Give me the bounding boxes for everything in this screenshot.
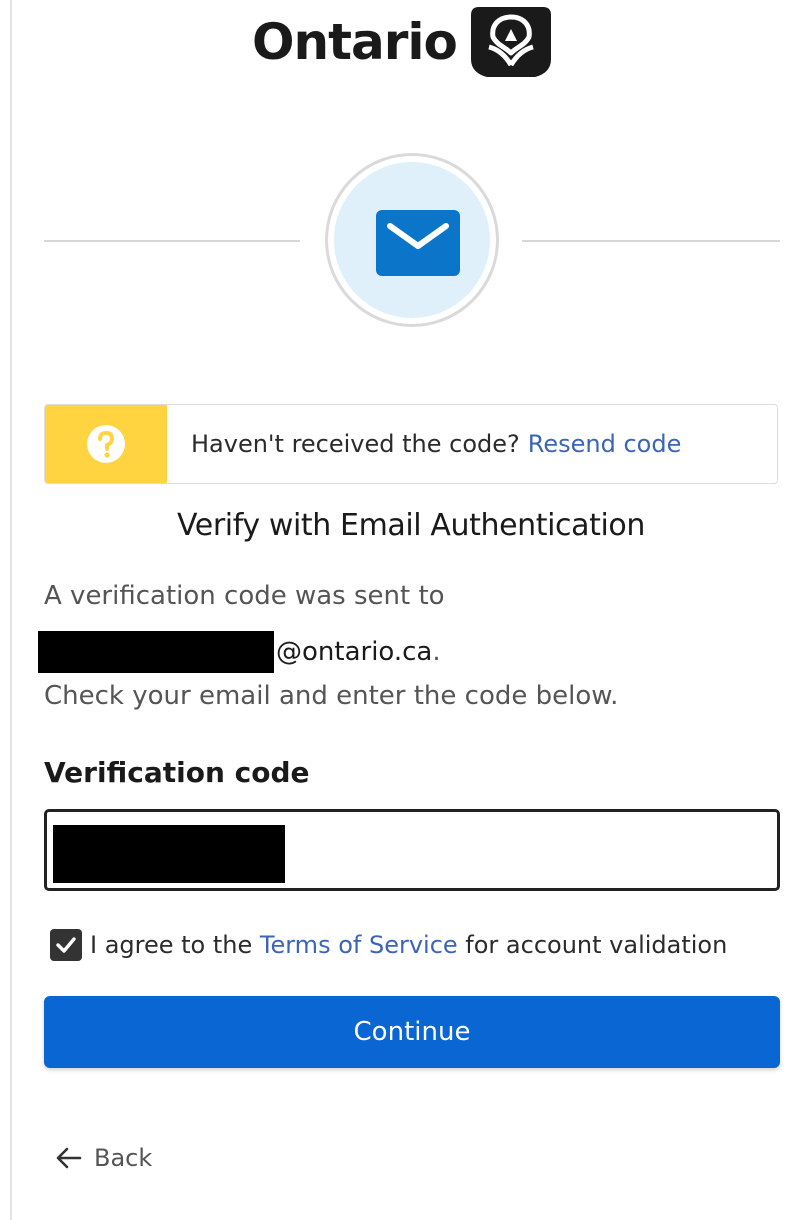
brand-name: Ontario — [252, 13, 458, 71]
verification-code-input[interactable] — [44, 809, 780, 891]
redacted-code-value — [53, 825, 285, 883]
help-icon — [87, 425, 125, 463]
redacted-email-user — [38, 631, 274, 673]
terms-checkbox[interactable] — [50, 929, 82, 961]
ontario-logo: Ontario — [252, 6, 551, 78]
description-line-1: A verification code was sent to — [44, 581, 445, 611]
resend-code-alert: Haven't received the code? Resend code — [44, 404, 778, 484]
back-link[interactable]: Back — [56, 1140, 152, 1176]
left-panel-border — [10, 0, 12, 1220]
trillium-icon — [470, 7, 551, 77]
terms-prefix: I agree to the — [90, 931, 260, 959]
email-domain: @ontario.ca — [276, 637, 433, 667]
mail-icon — [376, 210, 460, 276]
divider-left — [44, 240, 300, 242]
terms-of-service-link[interactable]: Terms of Service — [260, 931, 458, 959]
resend-code-link[interactable]: Resend code — [528, 430, 682, 458]
email-period: . — [432, 637, 441, 667]
verification-code-label: Verification code — [44, 756, 310, 789]
alert-icon-strip — [45, 405, 167, 483]
description-line-3: Check your email and enter the code belo… — [44, 681, 619, 711]
authenticator-factor-badge — [325, 153, 499, 327]
terms-agreement: I agree to the Terms of Service for acco… — [50, 926, 727, 964]
checkmark-icon — [56, 937, 76, 953]
divider-right — [522, 240, 780, 242]
terms-suffix: for account validation — [457, 931, 728, 959]
email-address: @ontario.ca . — [38, 631, 441, 673]
alert-message: Haven't received the code? — [191, 430, 520, 458]
page-title: Verify with Email Authentication — [176, 508, 646, 543]
arrow-left-icon — [56, 1147, 82, 1169]
continue-button[interactable]: Continue — [44, 996, 780, 1068]
back-label: Back — [94, 1144, 153, 1172]
